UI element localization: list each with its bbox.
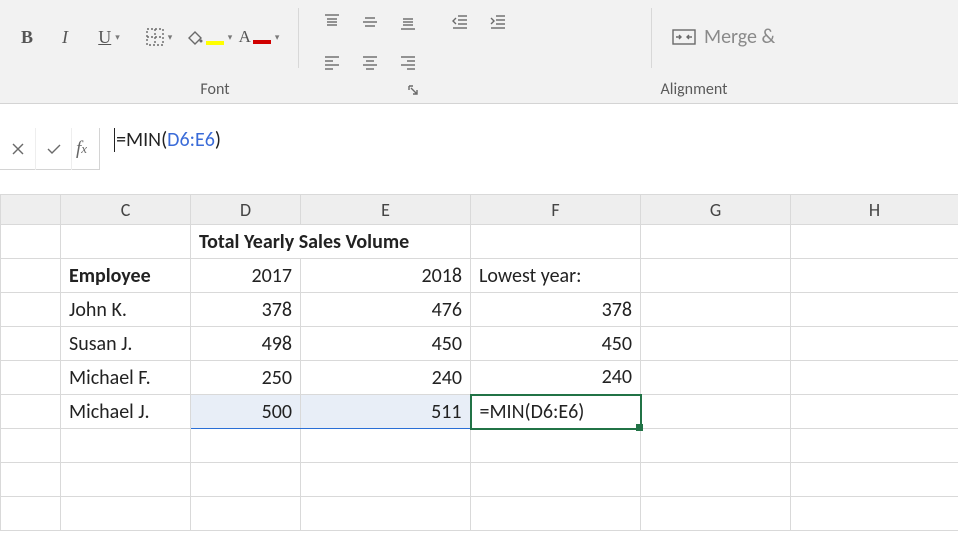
table-row [1,463,958,497]
launcher-icon [408,85,418,95]
alignment-group-label: Alignment [430,80,958,99]
formula-input[interactable]: =MIN(D6:E6) [100,128,958,170]
decrease-indent-button[interactable] [443,6,477,38]
font-group-label: Font [0,80,430,99]
increase-indent-icon [489,13,507,31]
align-middle-button[interactable] [353,6,387,38]
cell[interactable]: 250 [191,361,301,395]
cell[interactable]: 240 [471,361,641,395]
fill-color-button[interactable]: ▾ [186,21,232,53]
align-left-icon [323,53,341,71]
merge-icon [672,27,696,47]
merge-label: Merge & [704,25,775,49]
merge-center-button[interactable]: Merge & [668,21,779,53]
align-bottom-icon [399,13,417,31]
cell[interactable]: Lowest year: [471,259,641,293]
column-header[interactable]: C [61,195,191,225]
align-bottom-button[interactable] [391,6,425,38]
table-row: Total Yearly Sales Volume [1,225,958,259]
cell[interactable]: 2017 [191,259,301,293]
italic-button[interactable]: I [48,21,82,53]
table-row: Employee 2017 2018 Lowest year: [1,259,958,293]
cell[interactable]: Michael J. [61,395,191,429]
cell[interactable]: 240 [301,361,471,395]
align-middle-icon [361,13,379,31]
column-header[interactable]: D [191,195,301,225]
align-top-icon [323,13,341,31]
table-row: Michael F. 250 240 240 [1,361,958,395]
table-row: John K. 378 476 378 [1,293,958,327]
cancel-formula-button[interactable] [0,128,36,170]
cell[interactable]: 476 [301,293,471,327]
cell[interactable]: Michael F. [61,361,191,395]
column-header[interactable]: E [301,195,471,225]
ribbon: B I U▾ ▾ ▾ [0,0,958,104]
table-row [1,429,958,463]
formula-bar: fx =MIN(D6:E6) [0,128,958,170]
close-icon [11,142,25,156]
cell[interactable]: 511 [301,395,471,429]
cell[interactable]: 500 [191,395,301,429]
cell[interactable]: 378 [471,293,641,327]
font-color-button[interactable]: A ▾ [236,21,282,53]
bold-button[interactable]: B [10,21,44,53]
group-separator [651,8,652,68]
column-header[interactable]: F [471,195,641,225]
align-center-icon [361,53,379,71]
align-left-button[interactable] [315,46,349,78]
align-center-button[interactable] [353,46,387,78]
check-icon [46,142,62,156]
cell[interactable]: 498 [191,327,301,361]
sheet-title[interactable]: Total Yearly Sales Volume [191,225,471,259]
underline-button[interactable]: U▾ [86,21,132,53]
table-row [1,497,958,531]
column-header[interactable]: G [641,195,791,225]
group-separator [298,8,299,68]
align-right-icon [399,53,417,71]
active-cell[interactable]: =MIN(D6:E6) [471,395,641,429]
cell[interactable]: 2018 [301,259,471,293]
cell[interactable]: 450 [471,327,641,361]
cell[interactable]: Susan J. [61,327,191,361]
table-row: Susan J. 498 450 450 [1,327,958,361]
column-header[interactable] [1,195,61,225]
increase-indent-button[interactable] [481,6,515,38]
fill-bucket-icon [186,29,204,45]
merge-group: Merge & [658,0,789,76]
font-dialog-launcher[interactable] [406,83,420,97]
align-right-button[interactable] [391,46,425,78]
cell[interactable]: 378 [191,293,301,327]
font-group: B I U▾ ▾ ▾ [0,0,292,76]
cell[interactable]: Employee [61,259,191,293]
spreadsheet-grid[interactable]: C D E F G H Total Yearly Sales Volume Em… [0,194,958,531]
borders-button[interactable]: ▾ [136,21,182,53]
table-row: Michael J. 500 511 =MIN(D6:E6) [1,395,958,429]
borders-icon [146,28,164,46]
column-header-row: C D E F G H [1,195,958,225]
cell[interactable]: 450 [301,327,471,361]
alignment-group [305,0,645,76]
cell[interactable]: John K. [61,293,191,327]
insert-function-button[interactable]: fx [72,128,100,170]
decrease-indent-icon [451,13,469,31]
enter-formula-button[interactable] [36,128,72,170]
align-top-button[interactable] [315,6,349,38]
column-header[interactable]: H [791,195,958,225]
